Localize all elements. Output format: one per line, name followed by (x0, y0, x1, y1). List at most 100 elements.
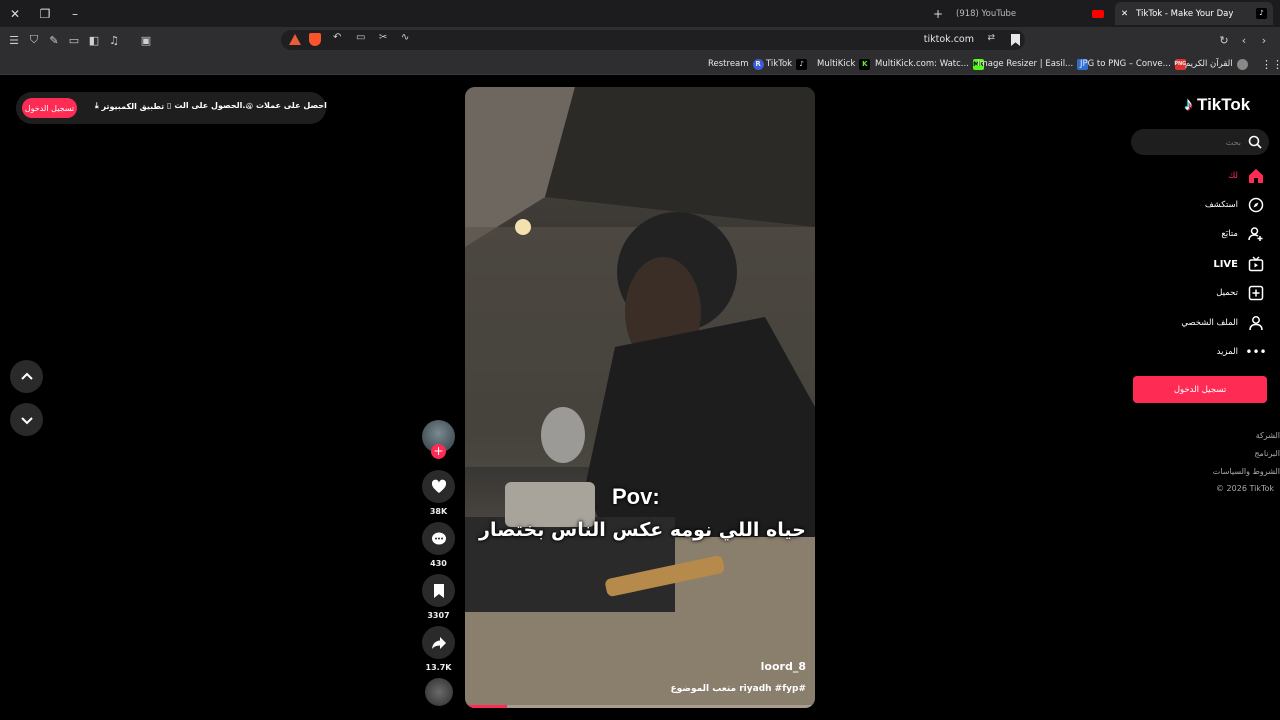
get-coins-button[interactable]: ◎ احصل على عملات (246, 101, 327, 110)
bookmark-tiktok[interactable]: TikTok ♪ (766, 57, 808, 71)
forward-icon[interactable]: › (1256, 32, 1272, 48)
address-bar[interactable]: ↶ ▭ ✂ ∿ tiktok.com ⇄ (281, 30, 1025, 50)
footer-link-company[interactable]: الشركة (1256, 431, 1280, 440)
site-settings-icon[interactable]: ⇄ (987, 33, 995, 43)
tiktok-logo[interactable]: ♪ TikTok (1184, 94, 1250, 115)
like-action[interactable]: 38K (422, 470, 455, 516)
address-extension-icon[interactable]: ↶ (333, 32, 341, 43)
analytics-icon[interactable]: ∿ (401, 32, 409, 43)
coin-icon: ◎ (246, 101, 253, 110)
bookmark-jpg-to-png[interactable]: JPG to PNG – Conve... PNG (1080, 57, 1186, 71)
nav-upload[interactable]: تحميل (1216, 283, 1265, 303)
search-icon[interactable] (1248, 135, 1262, 149)
phone-icon: ▯ (167, 101, 172, 110)
follow-plus-icon[interactable]: + (431, 444, 446, 459)
kick-icon: K (859, 58, 871, 70)
overlay-text-caption: حياه اللي نومه عكس الناس بختصار (479, 519, 806, 541)
new-tab-icon[interactable]: + (923, 0, 953, 27)
save-button[interactable] (422, 574, 455, 607)
bookmark-quran[interactable]: القرآن الكريم (1185, 57, 1248, 71)
chevron-down-icon (20, 416, 33, 424)
nav-following[interactable]: متابَع (1221, 224, 1265, 244)
tab-tiktok[interactable]: ✕ TikTok - Make Your Day ♪ (1115, 2, 1273, 25)
share-count: 13.7K (425, 663, 452, 672)
bookmark-save-icon (433, 583, 444, 598)
overlay-text-pov: Pov: (612, 484, 660, 509)
minimize-window-icon[interactable]: – (60, 0, 90, 27)
footer-link-terms[interactable]: الشروط والسياسات (1213, 467, 1280, 476)
login-button-top[interactable]: تسجيل الدخول (22, 98, 77, 118)
pen-icon[interactable]: ✎ (46, 32, 62, 48)
browser-tab-bar: ✕ ❐ – + (918) YouTube ✕ TikTok - Make Yo… (0, 0, 1280, 27)
video-progress-fill (465, 705, 507, 708)
back-icon[interactable]: ‹ (1236, 32, 1252, 48)
restore-window-icon[interactable]: ❐ (30, 0, 60, 27)
close-window-icon[interactable]: ✕ (0, 0, 30, 27)
search-box[interactable] (1131, 129, 1269, 155)
nav-for-you[interactable]: لك (1228, 166, 1265, 186)
like-count: 38K (429, 507, 448, 516)
comment-action[interactable]: 430 (422, 522, 455, 568)
desktop-app-button[interactable]: ⤓ تطبيق الكمبيوتر (95, 101, 164, 111)
tiktok-note-icon: ♪ (1184, 94, 1193, 114)
nav-profile[interactable]: الملف الشخصي (1181, 313, 1265, 333)
more-bookmarks-icon[interactable]: ⋮⋮ (1261, 57, 1280, 71)
video-author[interactable]: loord_8 (761, 660, 806, 673)
top-actions-pill: تسجيل الدخول ⤓ تطبيق الكمبيوتر ▯ الحصول … (16, 92, 327, 124)
like-button[interactable] (422, 470, 455, 503)
next-video-button[interactable] (10, 403, 43, 436)
bookmark-multikick-watch[interactable]: MultiKick.com: Watc... MK (875, 57, 984, 71)
bookmark-multikick[interactable]: MultiKick K (817, 57, 871, 71)
shield-icon[interactable]: ⛉ (26, 32, 42, 48)
nav-explore[interactable]: استكشف (1205, 195, 1265, 215)
video-player[interactable]: Pov: حياه اللي نومه عكس الناس بختصار loo… (465, 87, 815, 708)
footer-copyright: © 2026 TikTok (1216, 484, 1274, 493)
footer-link-program[interactable]: البرنامج (1254, 449, 1280, 458)
download-icon: ⤓ (95, 101, 99, 110)
brave-rewards-icon[interactable] (289, 34, 301, 45)
laptop-icon[interactable]: ▭ (356, 32, 365, 43)
login-button-sidebar[interactable]: تسجيل الدخول (1133, 376, 1267, 403)
chevron-up-icon (20, 372, 33, 380)
live-tv-icon (1247, 255, 1265, 273)
video-frame-image (465, 87, 815, 708)
author-avatar-action[interactable]: + (422, 420, 455, 459)
following-icon (1247, 225, 1265, 243)
tabs-icon[interactable]: ▭ (66, 32, 82, 48)
share-button[interactable] (422, 626, 455, 659)
music-disc-icon[interactable] (425, 678, 453, 706)
video-progress-track[interactable] (465, 705, 815, 708)
tab-close-icon[interactable]: ✕ (1121, 9, 1128, 19)
tab-youtube[interactable]: (918) YouTube (950, 2, 1110, 25)
youtube-icon (1092, 9, 1104, 18)
url-text: tiktok.com (923, 34, 974, 45)
reload-icon[interactable]: ↻ (1216, 32, 1232, 48)
nav-live[interactable]: LIVE (1213, 254, 1265, 274)
music-disc[interactable] (422, 678, 455, 706)
share-action[interactable]: 13.7K (422, 626, 455, 672)
save-count: 3307 (427, 611, 450, 620)
sidebar-footer: الشركة البرنامج الشروط والسياسات © 2026 … (1180, 428, 1280, 498)
bookmark-restream[interactable]: Restream R (708, 57, 764, 71)
globe-icon (1236, 58, 1248, 70)
previous-video-button[interactable] (10, 360, 43, 393)
share-icon (431, 636, 446, 649)
get-app-button[interactable]: ▯ الحصول على الت... (167, 101, 252, 110)
wallet-icon[interactable]: ▣ (138, 32, 154, 48)
menu-icon[interactable]: ☰ (6, 32, 22, 48)
sidebar-icon[interactable]: ◧ (86, 32, 102, 48)
search-input[interactable] (1141, 134, 1241, 150)
heart-icon (431, 479, 446, 493)
tiktok-tab-icon: ♪ (1256, 8, 1267, 19)
nav-more[interactable]: المزيد ••• (1217, 342, 1267, 362)
music-icon[interactable]: ♫ (106, 32, 122, 48)
tiktok-bookmark-icon: ♪ (796, 58, 808, 70)
translate-icon[interactable]: ✂ (379, 32, 387, 43)
brave-shield-icon[interactable] (309, 33, 321, 46)
more-dots-icon: ••• (1245, 345, 1267, 359)
bookmarks-bar: Restream R TikTok ♪ MultiKick K MultiKick.c… (0, 53, 1280, 75)
bookmark-image-resizer[interactable]: Image Resizer | Easil... (977, 57, 1089, 71)
save-action[interactable]: 3307 (422, 574, 455, 620)
home-icon (1247, 167, 1265, 185)
comment-button[interactable] (422, 522, 455, 555)
